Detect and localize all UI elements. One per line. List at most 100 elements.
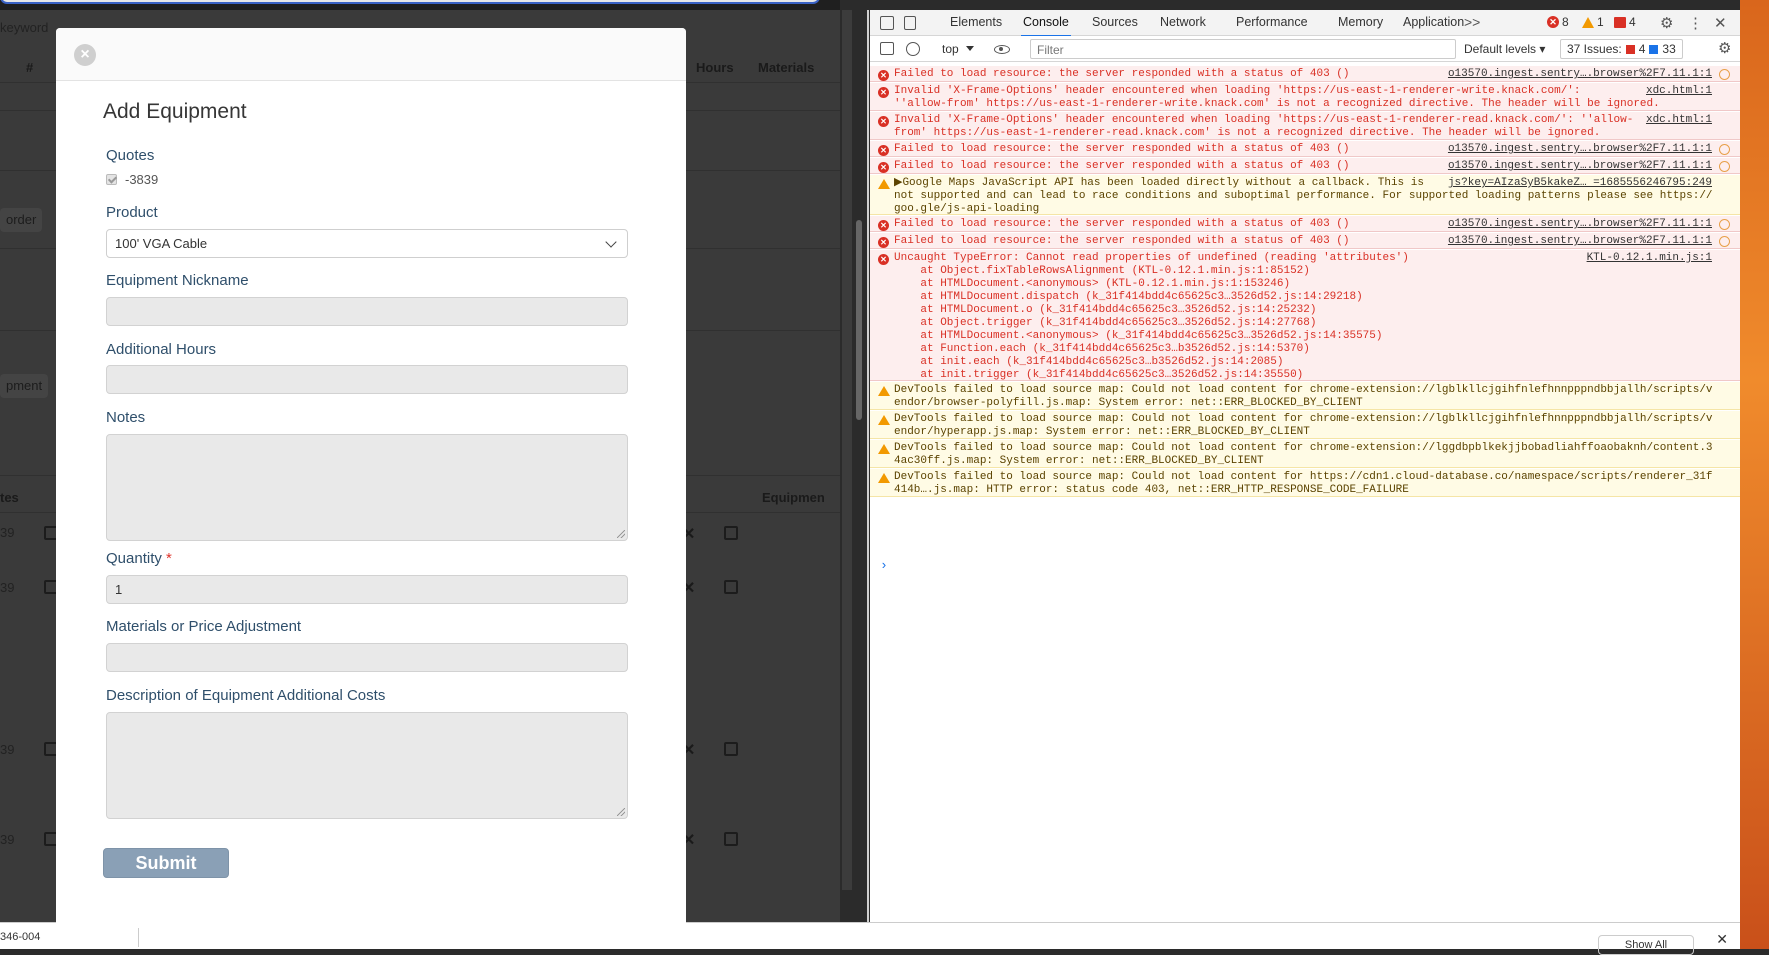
close-devtools-icon[interactable]: ✕: [1714, 14, 1727, 32]
console-error-message[interactable]: ✕ Failed to load resource: the server res…: [870, 233, 1740, 249]
console-error-message[interactable]: ✕ Failed to load resource: the server res…: [870, 66, 1740, 82]
console-prompt[interactable]: ›: [880, 558, 888, 573]
console-filter-input[interactable]: Filter: [1030, 39, 1456, 59]
page-scrollbar-track[interactable]: [842, 10, 852, 890]
console-error-message[interactable]: ✕ Uncaught TypeError: Cannot read propert…: [870, 250, 1740, 394]
resize-grip-icon[interactable]: [617, 530, 625, 538]
bg-equipment-button[interactable]: pment: [0, 374, 49, 398]
console-message-text: Failed to load resource: the server resp…: [894, 68, 1350, 80]
quotes-checkbox[interactable]: [106, 174, 117, 185]
repeat-count-icon: [1719, 69, 1730, 80]
issues-button[interactable]: 37 Issues: 4 33: [1560, 39, 1683, 59]
copy-icon[interactable]: [724, 526, 738, 540]
quotes-checkbox-row[interactable]: -3839: [106, 172, 158, 187]
error-icon: ✕: [878, 254, 889, 265]
copy-icon[interactable]: [724, 742, 738, 756]
bg-footer-separator: [138, 927, 139, 947]
console-source-link[interactable]: o13570.ingest.sentry….browser%2F7.11.1:1: [1448, 68, 1712, 81]
panel-splitter[interactable]: [840, 10, 870, 922]
sidebar-toggle-icon[interactable]: [880, 42, 894, 55]
error-icon: ✕: [878, 145, 889, 156]
console-source-link[interactable]: KTL-0.12.1.min.js:1: [1587, 252, 1712, 265]
console-message-text: DevTools failed to load source map: Coul…: [894, 442, 1713, 467]
kebab-menu-icon[interactable]: ⋮: [1688, 14, 1703, 32]
console-error-message[interactable]: ✕ Failed to load resource: the server res…: [870, 158, 1740, 174]
close-downloads-icon[interactable]: ✕: [1716, 931, 1728, 948]
console-warning-message[interactable]: DevTools failed to load source map: Coul…: [870, 469, 1740, 497]
error-count-badge[interactable]: ✕ 8: [1547, 15, 1569, 29]
close-icon[interactable]: ×: [74, 44, 96, 66]
console-error-message[interactable]: ✕ Invalid 'X-Frame-Options' header encoun…: [870, 112, 1740, 140]
warning-count-badge[interactable]: 1: [1582, 15, 1604, 29]
devtools-resize-handle[interactable]: [867, 10, 869, 922]
console-warning-message[interactable]: ▶Google Maps JavaScript API has been loa…: [870, 175, 1740, 215]
tab-network[interactable]: Network: [1160, 15, 1206, 29]
submit-button[interactable]: Submit: [103, 848, 229, 878]
console-source-link[interactable]: o13570.ingest.sentry….browser%2F7.11.1:1: [1448, 218, 1712, 231]
address-bar[interactable]: [0, 0, 820, 4]
issue-error-icon: [1625, 44, 1635, 54]
copy-icon[interactable]: [724, 832, 738, 846]
page-scrollbar-thumb[interactable]: [856, 220, 862, 420]
tab-elements[interactable]: Elements: [950, 15, 1002, 29]
console-source-link[interactable]: xdc.html:1: [1646, 114, 1712, 127]
quantity-label: Quantity *: [106, 550, 172, 567]
console-source-link[interactable]: o13570.ingest.sentry….browser%2F7.11.1:1: [1448, 235, 1712, 248]
chevron-down-icon[interactable]: [966, 46, 974, 51]
console-warning-message[interactable]: DevTools failed to load source map: Coul…: [870, 411, 1740, 439]
description-label: Description of Equipment Additional Cost…: [106, 687, 386, 704]
console-warning-message[interactable]: DevTools failed to load source map: Coul…: [870, 382, 1740, 410]
additional-hours-input[interactable]: [106, 365, 628, 394]
background-app: keyword # Hours Materials order pment te…: [0, 0, 840, 949]
tab-console[interactable]: Console: [1021, 15, 1071, 37]
device-toolbar-icon[interactable]: [904, 16, 916, 30]
tab-application[interactable]: Application: [1403, 15, 1464, 29]
warning-icon: [878, 179, 890, 189]
tab-performance[interactable]: Performance: [1236, 15, 1308, 29]
console-message-text: Uncaught TypeError: Cannot read properti…: [894, 252, 1409, 394]
console-source-link[interactable]: xdc.html:1: [1646, 85, 1712, 98]
console-error-message[interactable]: ✕ Invalid 'X-Frame-Options' header encoun…: [870, 83, 1740, 111]
console-message-text: DevTools failed to load source map: Coul…: [894, 471, 1713, 496]
quotes-checkbox-label: -3839: [125, 172, 159, 187]
product-select[interactable]: 100' VGA Cable: [106, 229, 628, 258]
console-error-message[interactable]: ✕ Failed to load resource: the server res…: [870, 141, 1740, 157]
inspect-element-icon[interactable]: [880, 16, 894, 30]
error-icon: ✕: [1547, 16, 1559, 28]
bg-col-hours: Hours: [696, 60, 734, 75]
tab-sources[interactable]: Sources: [1092, 15, 1138, 29]
live-expression-eye-icon[interactable]: [994, 45, 1010, 54]
console-warning-message[interactable]: DevTools failed to load source map: Coul…: [870, 440, 1740, 468]
devtools-main-toolbar: Elements Console Sources Network Perform…: [870, 10, 1740, 37]
console-source-link[interactable]: o13570.ingest.sentry….browser%2F7.11.1:1: [1448, 143, 1712, 156]
quantity-label-text: Quantity: [106, 550, 162, 567]
materials-input[interactable]: [106, 643, 628, 672]
console-source-link[interactable]: js?key=AIzaSyB5kakeZ… =1685556246795:249: [1448, 177, 1712, 190]
console-source-link[interactable]: o13570.ingest.sentry….browser%2F7.11.1:1: [1448, 160, 1712, 173]
notes-textarea[interactable]: [106, 434, 628, 541]
description-textarea[interactable]: [106, 712, 628, 819]
context-selector[interactable]: top: [942, 42, 959, 56]
tab-memory[interactable]: Memory: [1338, 15, 1383, 29]
console-settings-gear-icon[interactable]: ⚙: [1718, 39, 1731, 57]
bg-order-button[interactable]: order: [0, 208, 43, 232]
quantity-input[interactable]: 1: [106, 575, 628, 604]
resize-grip-icon[interactable]: [617, 808, 625, 816]
copy-icon[interactable]: [724, 580, 738, 594]
nickname-input[interactable]: [106, 297, 628, 326]
more-tabs-icon[interactable]: >>: [1464, 14, 1480, 30]
clear-console-icon[interactable]: [906, 42, 920, 56]
warning-count: 1: [1597, 15, 1604, 29]
console-message-text: Invalid 'X-Frame-Options' header encount…: [894, 85, 1660, 110]
error-icon: ✕: [878, 87, 889, 98]
log-levels-dropdown[interactable]: Default levels ▾: [1464, 42, 1545, 56]
console-message-text: DevTools failed to load source map: Coul…: [894, 413, 1713, 438]
bg-col-quotes: tes: [0, 490, 19, 505]
show-all-button[interactable]: Show All: [1598, 935, 1694, 955]
console-error-message[interactable]: ✕ Failed to load resource: the server res…: [870, 216, 1740, 232]
info-count-badge[interactable]: 4: [1614, 15, 1636, 29]
info-count: 4: [1629, 15, 1636, 29]
error-icon: ✕: [878, 162, 889, 173]
settings-gear-icon[interactable]: ⚙: [1660, 14, 1673, 32]
bg-col-equipment: Equipmen: [762, 490, 825, 505]
